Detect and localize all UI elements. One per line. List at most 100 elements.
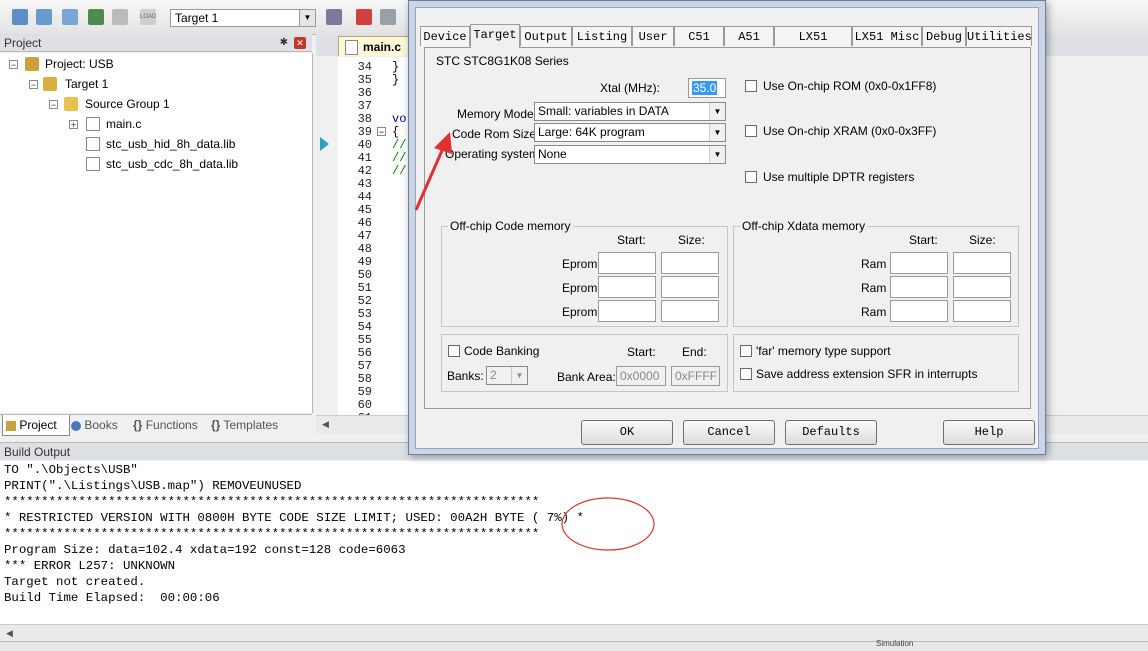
build-icon[interactable] xyxy=(36,9,52,25)
project-icon xyxy=(25,57,39,71)
chevron-down-icon[interactable]: ▼ xyxy=(709,146,725,163)
code-line: // xyxy=(392,138,407,152)
tab-lx51-misc[interactable]: LX51 Misc xyxy=(852,26,922,46)
scroll-left-icon[interactable]: ◀ xyxy=(322,419,329,430)
cancel-button[interactable]: Cancel xyxy=(683,420,775,445)
stop-build-icon[interactable] xyxy=(112,9,128,25)
close-icon[interactable]: ✕ xyxy=(294,37,306,49)
line-number: 40 xyxy=(357,138,372,152)
tab-templates[interactable]: {} Templates xyxy=(208,415,294,435)
tab-lx51-locate[interactable]: LX51 Locate xyxy=(774,26,852,64)
line-number: 46 xyxy=(357,216,372,230)
eprom-start-input[interactable] xyxy=(598,276,656,298)
code-banking-checkbox[interactable] xyxy=(448,345,460,357)
line-number: 42 xyxy=(357,164,372,178)
ram-size-input[interactable] xyxy=(953,276,1011,298)
fold-collapse-icon[interactable]: − xyxy=(377,127,386,137)
scroll-left-icon[interactable]: ◀ xyxy=(6,628,13,639)
onchip-xram-checkbox[interactable] xyxy=(745,125,757,137)
ram-start-input[interactable] xyxy=(890,252,948,274)
eprom-start-input[interactable] xyxy=(598,252,656,274)
multiple-dptr-checkbox[interactable] xyxy=(745,171,757,183)
tab-listing[interactable]: Listing xyxy=(572,26,632,46)
tab-project[interactable]: Project xyxy=(2,415,70,436)
bank-area-end-input[interactable]: 0xFFFF xyxy=(671,366,720,386)
eprom-size-input[interactable] xyxy=(661,276,719,298)
line-number: 44 xyxy=(357,190,372,204)
tree-item-project[interactable]: Project: USB xyxy=(45,55,114,73)
build-output-horizontal-scrollbar[interactable]: ◀ xyxy=(0,624,1148,642)
code-rom-select[interactable]: Large: 64K program ▼ xyxy=(534,123,726,142)
output-line: Program Size: data=102.4 xdata=192 const… xyxy=(4,543,406,557)
editor-tab-main-c[interactable]: main.c xyxy=(338,36,418,56)
ram-start-input[interactable] xyxy=(890,300,948,322)
far-memory-checkbox[interactable] xyxy=(740,345,752,357)
pin-icon[interactable]: ✱ xyxy=(280,34,288,52)
defaults-button[interactable]: Defaults xyxy=(785,420,877,445)
books-icon xyxy=(71,420,81,431)
target-options-icon[interactable] xyxy=(326,9,342,25)
operating-system-select[interactable]: None ▼ xyxy=(534,145,726,164)
code-line: } xyxy=(392,60,400,74)
onchip-rom-checkbox[interactable] xyxy=(745,80,757,92)
tab-functions[interactable]: {} Functions xyxy=(130,415,210,435)
tab-books[interactable]: Books xyxy=(68,415,130,435)
tree-item-file[interactable]: main.c xyxy=(106,115,141,133)
tab-output[interactable]: Output xyxy=(520,26,572,46)
ram-start-input[interactable] xyxy=(890,276,948,298)
tab-target[interactable]: Target xyxy=(470,24,520,48)
eprom-size-input[interactable] xyxy=(661,300,719,322)
line-number: 57 xyxy=(357,359,372,373)
tab-device[interactable]: Device xyxy=(420,26,470,46)
line-number: 58 xyxy=(357,372,372,386)
bank-end-label: End: xyxy=(682,345,707,359)
code-line: { xyxy=(392,125,400,139)
chevron-down-icon[interactable]: ▼ xyxy=(709,124,725,141)
chevron-down-icon[interactable]: ▼ xyxy=(511,367,527,384)
bank-area-start-input[interactable]: 0x0000 xyxy=(616,366,666,386)
line-number: 47 xyxy=(357,229,372,243)
tab-debug[interactable]: Debug xyxy=(922,26,966,46)
tree-item-target[interactable]: Target 1 xyxy=(65,75,108,93)
collapse-icon[interactable]: − xyxy=(49,100,58,110)
eprom-start-input[interactable] xyxy=(598,300,656,322)
manage-components-icon[interactable] xyxy=(380,9,396,25)
bank-start-label: Start: xyxy=(627,345,656,359)
tab-a51[interactable]: A51 xyxy=(724,26,774,46)
tree-item-file[interactable]: stc_usb_hid_8h_data.lib xyxy=(106,135,235,153)
chevron-down-icon[interactable]: ▼ xyxy=(709,103,725,120)
eprom-size-input[interactable] xyxy=(661,252,719,274)
ok-button[interactable]: OK xyxy=(581,420,673,445)
collapse-icon[interactable]: − xyxy=(9,60,18,70)
ram-size-input[interactable] xyxy=(953,252,1011,274)
collapse-icon[interactable]: − xyxy=(29,80,38,90)
tree-item-file[interactable]: stc_usb_cdc_8h_data.lib xyxy=(106,155,238,173)
tab-utilities[interactable]: Utilities xyxy=(966,26,1032,46)
tab-user[interactable]: User xyxy=(632,26,674,46)
xtal-input[interactable]: 35.0 xyxy=(688,78,726,98)
help-button[interactable]: Help xyxy=(943,420,1035,445)
load-icon[interactable]: LOAD xyxy=(140,9,156,25)
banks-select[interactable]: 2 ▼ xyxy=(486,366,528,385)
output-line: PRINT(".\Listings\USB.map") REMOVEUNUSED xyxy=(4,479,302,493)
offchip-code-memory-title: Off-chip Code memory xyxy=(448,219,573,233)
editor-gutter xyxy=(316,57,338,415)
target-select[interactable]: Target 1 ▼ xyxy=(170,9,316,27)
ram-size-input[interactable] xyxy=(953,300,1011,322)
code-line: // xyxy=(392,151,407,165)
line-number: 56 xyxy=(357,346,372,360)
tree-item-source-group[interactable]: Source Group 1 xyxy=(85,95,170,113)
batch-build-icon[interactable] xyxy=(88,9,104,25)
tab-c51[interactable]: C51 xyxy=(674,26,724,46)
bank-area-label: Bank Area: xyxy=(557,370,616,384)
translate-icon[interactable] xyxy=(12,9,28,25)
memory-model-select[interactable]: Small: variables in DATA ▼ xyxy=(534,102,726,121)
output-line: Target not created. xyxy=(4,575,146,589)
templates-icon: {} xyxy=(211,418,221,432)
chevron-down-icon[interactable]: ▼ xyxy=(299,10,315,26)
expand-icon[interactable]: + xyxy=(69,120,78,130)
file-extensions-icon[interactable] xyxy=(356,9,372,25)
code-banking-label: Code Banking xyxy=(464,344,540,358)
save-sfr-checkbox[interactable] xyxy=(740,368,752,380)
rebuild-icon[interactable] xyxy=(62,9,78,25)
